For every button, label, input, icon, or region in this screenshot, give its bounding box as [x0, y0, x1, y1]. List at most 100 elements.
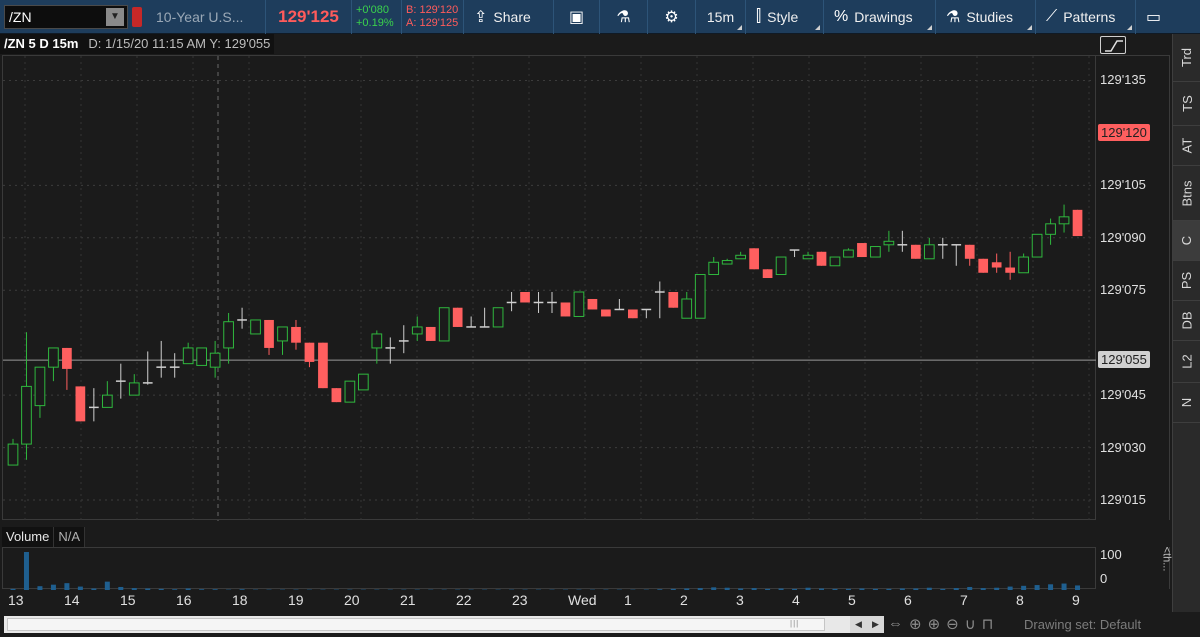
price-axis[interactable]: 129'135 129'105 129'090 129'075 129'045 129'0… — [1096, 55, 1170, 520]
price-axis-label: 129'045 — [1100, 387, 1146, 403]
candle-body — [128, 382, 140, 396]
studies-button[interactable]: ⚗ Studies — [936, 0, 1036, 34]
side-tab-label: DB — [1179, 311, 1195, 330]
candle-body — [331, 388, 342, 403]
candle-body — [802, 254, 814, 260]
net-change: +0'080 — [356, 3, 389, 16]
side-tab-l2[interactable]: L2 — [1173, 341, 1200, 383]
flask-icon: ⚗ — [616, 8, 631, 26]
side-tab-db[interactable]: DB — [1173, 301, 1200, 341]
pan-icon[interactable]: ⇔ — [888, 615, 903, 633]
price-axis-label: 129'135 — [1100, 72, 1146, 88]
candle-body — [991, 262, 1002, 268]
drawings-button[interactable]: % Drawings — [824, 0, 936, 34]
candle-body — [749, 248, 759, 270]
gear-icon: ⚙ — [664, 8, 679, 26]
lock-icon[interactable]: ⊓ — [982, 615, 994, 633]
volume-chart[interactable] — [2, 547, 1096, 590]
time-axis-label: 14 — [64, 592, 80, 608]
candle-body — [1045, 223, 1056, 235]
candle-body — [411, 326, 423, 335]
patterns-icon: ⟋ — [1046, 7, 1058, 25]
time-axis-label: 23 — [512, 592, 528, 608]
candle-body — [843, 249, 854, 258]
candle-body — [209, 352, 221, 368]
zoom-tools: ⇔ ⊕ ⊕ ⊖ ∪ ⊓ — [888, 615, 993, 633]
candle-body — [452, 307, 463, 327]
candle-body — [708, 261, 720, 276]
change-block: +0'080 +0.19% — [352, 0, 402, 34]
symbol-selector[interactable]: /ZN ▼ — [4, 4, 128, 29]
time-axis-label: 5 — [848, 592, 856, 608]
time-axis-label: 13 — [8, 592, 24, 608]
time-axis-label: 21 — [400, 592, 416, 608]
symbol-description: 10-Year U.S... — [148, 0, 266, 34]
studies-flask-icon: ⚗ — [946, 8, 961, 26]
candle-body — [291, 326, 301, 343]
candle-body — [101, 394, 113, 408]
side-tab-ts[interactable]: TS — [1173, 82, 1200, 126]
side-tab-label: C — [1179, 235, 1195, 246]
side-tab-trd[interactable]: Trd — [1173, 34, 1200, 82]
candle-body — [520, 291, 530, 303]
volume-chart-svg — [10, 552, 1081, 590]
scroll-thumb[interactable] — [7, 618, 825, 631]
volume-title[interactable]: Volume — [2, 527, 55, 547]
settings-button[interactable]: ⚙ — [648, 0, 696, 34]
candle-body — [910, 244, 921, 259]
volume-axis-max: 100 — [1100, 547, 1122, 562]
volume-bar — [104, 581, 110, 590]
magnet-icon[interactable]: ∪ — [965, 615, 976, 633]
side-tab-btns[interactable]: Btns — [1173, 166, 1200, 221]
bid-ask-block: B: 129'120 A: 129'125 — [402, 0, 464, 34]
time-axis-label: 8 — [1016, 592, 1024, 608]
candle-body — [344, 380, 356, 403]
side-tab-n[interactable]: N — [1173, 383, 1200, 423]
zoom-out-icon[interactable]: ⊖ — [946, 615, 959, 633]
candle-body — [762, 269, 773, 279]
patterns-button[interactable]: ⟋ Patterns — [1036, 0, 1136, 34]
time-axis[interactable]: 13 14 15 16 18 19 20 21 22 23 Wed 1 2 3 4 5 6 7 8 9 — [2, 590, 1096, 610]
volume-axis: 100 0 <th... — [1096, 547, 1172, 589]
candle-body — [883, 240, 895, 246]
scroll-left-icon[interactable]: ◀ — [850, 616, 867, 633]
price-axis-label: 129'105 — [1100, 177, 1146, 193]
candle-body — [196, 347, 208, 366]
time-axis-label: 20 — [344, 592, 360, 608]
flask-button[interactable]: ⚗ — [600, 0, 648, 34]
side-tab-c[interactable]: C — [1173, 221, 1200, 261]
candle-body — [21, 385, 32, 445]
scroll-right-icon[interactable]: ▶ — [867, 616, 884, 633]
chart-style-icon[interactable] — [1100, 36, 1126, 54]
link-flag-icon[interactable] — [132, 6, 142, 27]
drawing-set-label[interactable]: Drawing set: Default — [1024, 617, 1141, 632]
volume-collapse-handle[interactable]: <th... — [1160, 547, 1172, 572]
more-button[interactable]: ▭ — [1136, 0, 1171, 34]
bid-price: B: 129'120 — [406, 3, 459, 16]
candle-body — [277, 326, 288, 342]
timeframe-button[interactable]: 15m — [696, 0, 746, 34]
grip-icon: ||| — [790, 619, 800, 628]
price-axis-label: 129'015 — [1100, 492, 1146, 508]
price-chart[interactable] — [2, 55, 1097, 521]
candle-body — [182, 347, 194, 365]
side-tab-ps[interactable]: PS — [1173, 261, 1200, 301]
share-button[interactable]: ⇪ Share — [464, 0, 554, 34]
price-axis-label: 129'090 — [1100, 229, 1146, 245]
percent-icon: % — [834, 7, 849, 25]
candle-body — [587, 298, 598, 310]
candle-body — [681, 298, 693, 319]
price-axis-label: 129'030 — [1100, 439, 1146, 455]
zoom-in-icon[interactable]: ⊕ — [928, 615, 941, 633]
bottom-bar: ||| ◀ ▶ ⇔ ⊕ ⊕ ⊖ ∪ ⊓ Drawing set: Default — [0, 612, 1200, 637]
crosshair-icon[interactable]: ⊕ — [909, 615, 922, 633]
candle-body — [829, 256, 841, 267]
side-tab-at[interactable]: AT — [1173, 126, 1200, 166]
alert-button[interactable]: ▣ — [554, 0, 600, 34]
candle-body — [318, 342, 328, 389]
chevron-down-icon[interactable]: ▼ — [106, 7, 124, 26]
chart-symbol-period[interactable]: /ZN 5 D 15m — [0, 34, 83, 54]
horizontal-scrollbar[interactable]: ||| ◀ ▶ — [4, 616, 884, 633]
candle-body — [857, 243, 867, 258]
style-button[interactable]: ⫿ Style — [746, 0, 824, 34]
